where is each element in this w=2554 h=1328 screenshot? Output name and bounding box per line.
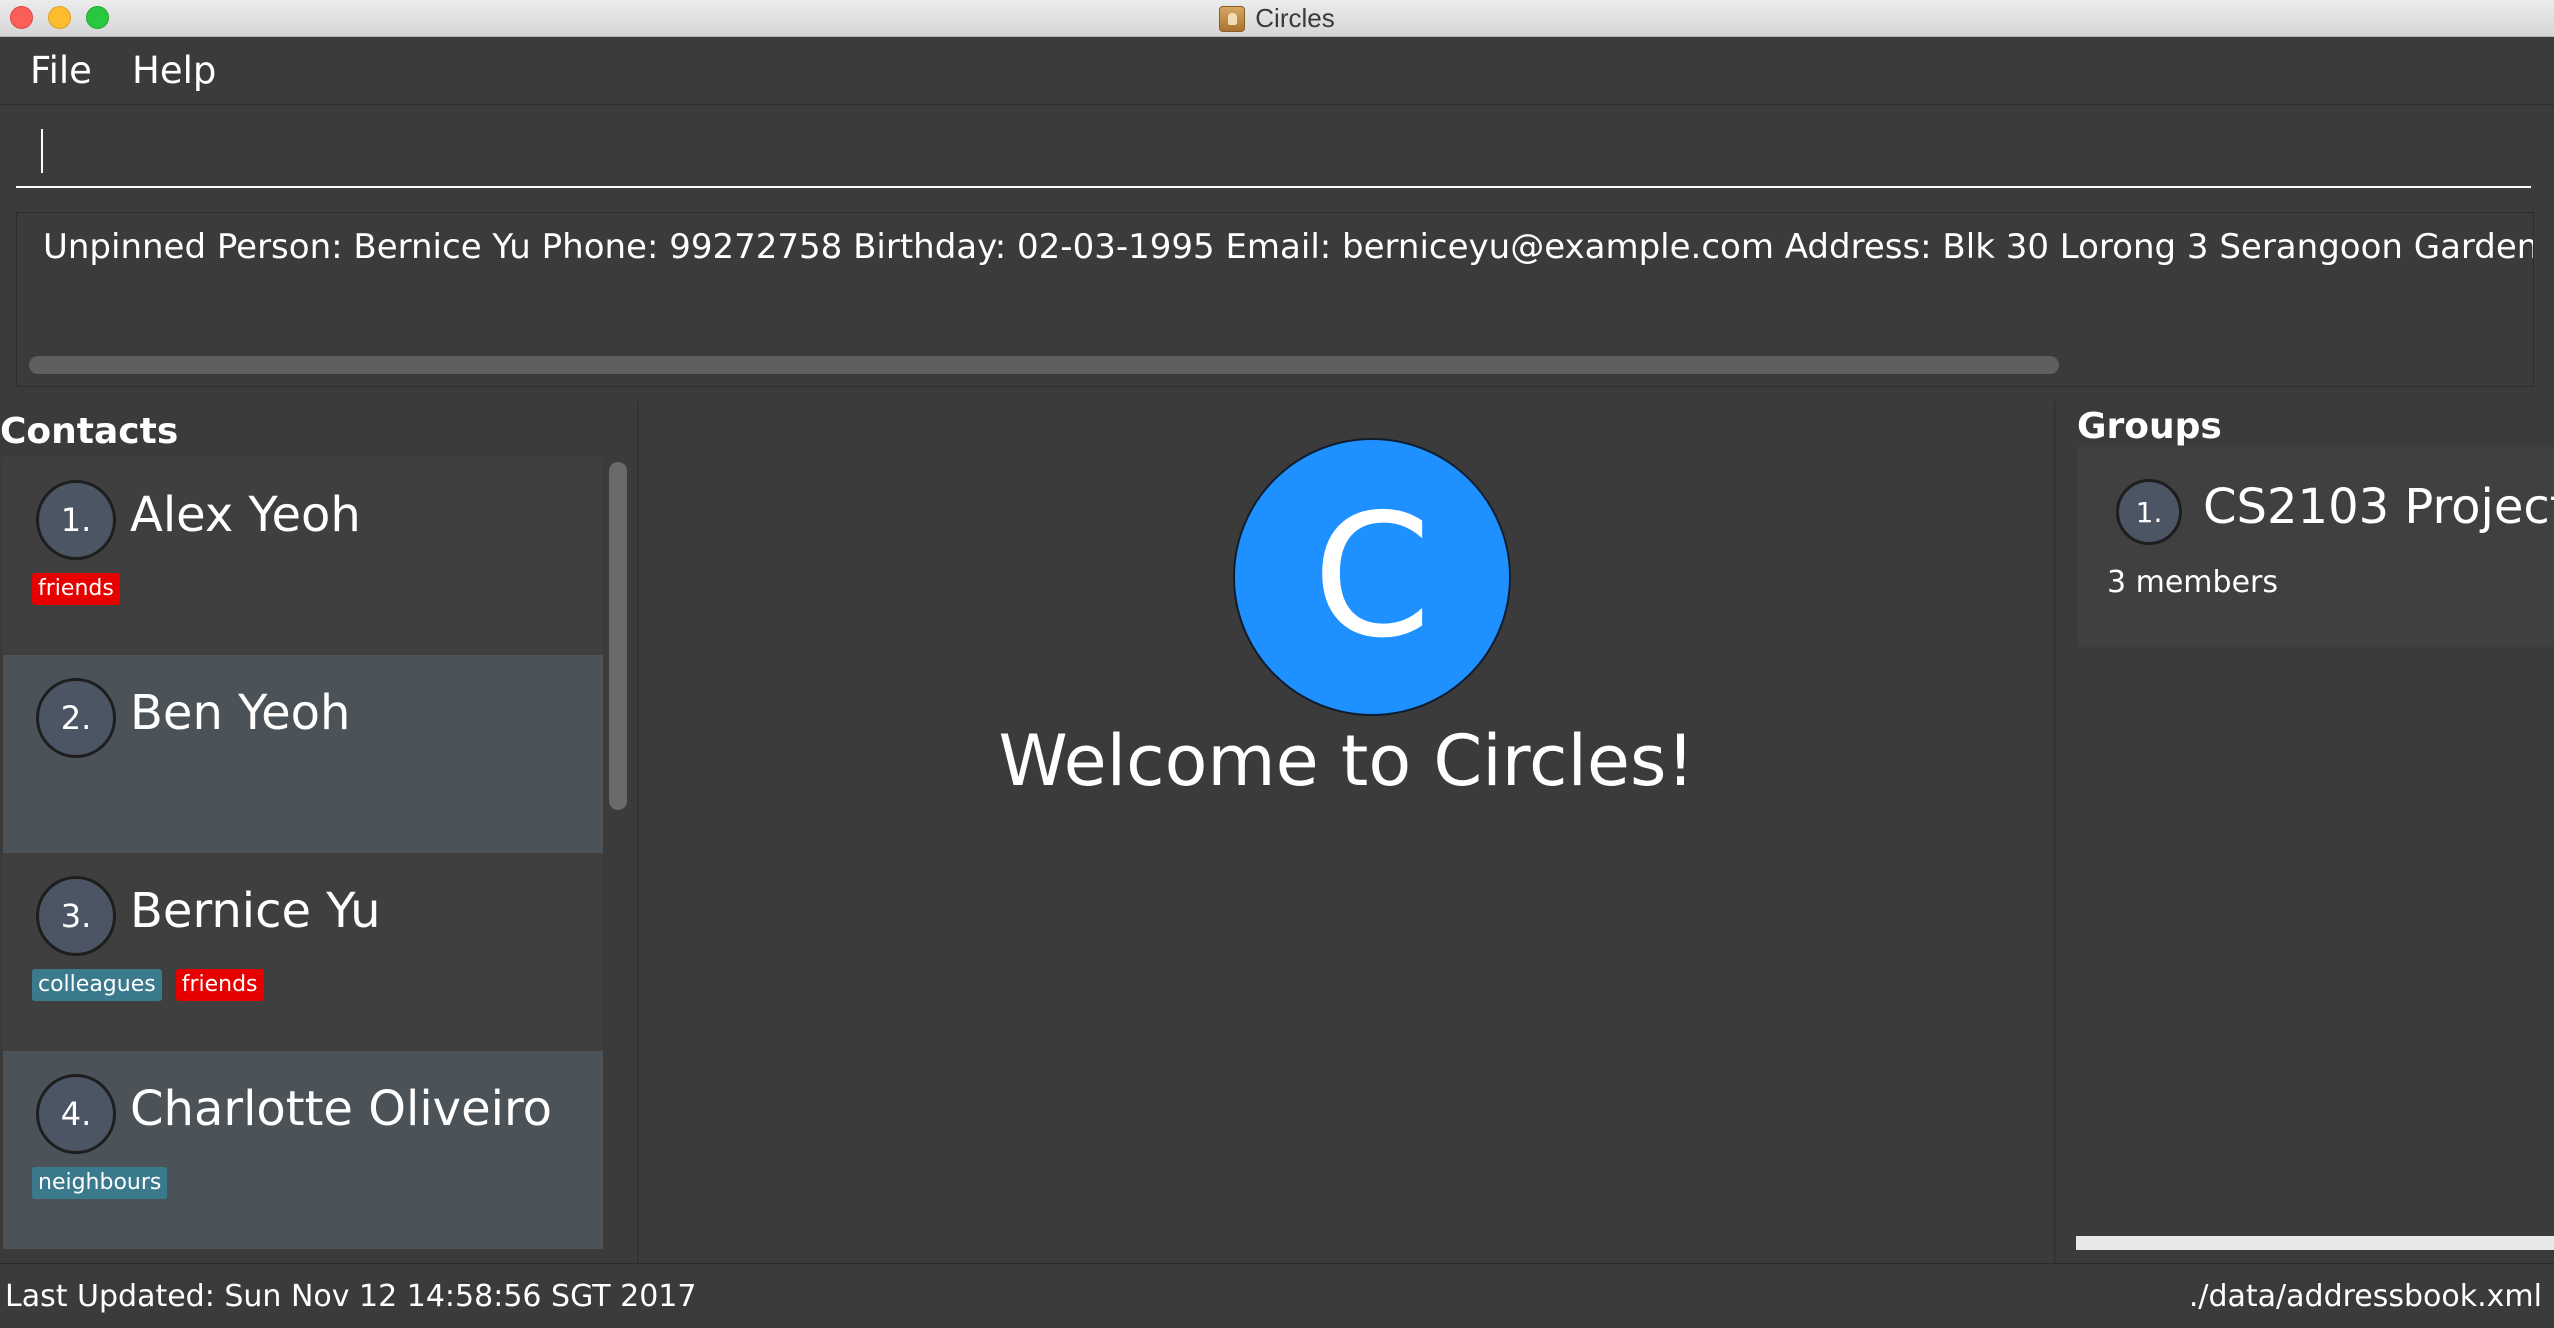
- group-index: 1.: [2116, 479, 2182, 545]
- window-title: Circles: [0, 0, 2554, 37]
- menu-file[interactable]: File: [30, 37, 92, 105]
- groups-heading: Groups: [2077, 406, 2222, 447]
- address-book-icon: [1219, 5, 1246, 32]
- contact-tags: friends: [32, 573, 120, 605]
- tag-badge: friends: [32, 573, 120, 605]
- contacts-panel: Contacts 1. Alex Yeoh friends 2. Ben Yeo…: [0, 401, 633, 1263]
- welcome-message: Welcome to Circles!: [998, 720, 1695, 802]
- result-text: Unpinned Person: Bernice Yu Phone: 99272…: [43, 227, 2534, 267]
- menu-help[interactable]: Help: [132, 37, 216, 105]
- contact-index: 4.: [36, 1074, 116, 1154]
- contact-tags: colleagues friends: [32, 969, 264, 1001]
- command-input[interactable]: [16, 110, 2531, 188]
- contact-name: Ben Yeoh: [130, 685, 351, 741]
- groups-horizontal-scrollbar[interactable]: [2076, 1236, 2554, 1250]
- contact-index: 1.: [36, 480, 116, 560]
- group-card[interactable]: 1. CS2103 Project 3 members: [2077, 447, 2554, 647]
- tag-badge: neighbours: [32, 1167, 168, 1199]
- window-title-text: Circles: [1255, 3, 1335, 33]
- group-member-count: 3 members: [2107, 565, 2278, 600]
- contact-name: Alex Yeoh: [130, 487, 361, 543]
- contact-name: Charlotte Oliveiro: [130, 1081, 552, 1137]
- contacts-heading: Contacts: [0, 411, 179, 452]
- contact-card[interactable]: 1. Alex Yeoh friends: [3, 457, 603, 655]
- contact-card[interactable]: 4. Charlotte Oliveiro neighbours: [3, 1051, 603, 1249]
- contact-card[interactable]: 2. Ben Yeoh: [3, 655, 603, 853]
- contact-index: 3.: [36, 876, 116, 956]
- contacts-scrollbar[interactable]: [609, 462, 627, 810]
- tag-badge: colleagues: [32, 969, 162, 1001]
- contact-card[interactable]: 3. Bernice Yu colleagues friends: [3, 853, 603, 1051]
- group-name: CS2103 Project: [2203, 479, 2554, 535]
- circles-logo: C: [1233, 438, 1511, 716]
- result-horizontal-scrollbar[interactable]: [29, 356, 2059, 374]
- contact-tags: neighbours: [32, 1167, 168, 1199]
- save-file-path: ./data/addressbook.xml: [2188, 1279, 2542, 1314]
- contact-index: 2.: [36, 678, 116, 758]
- contact-name: Bernice Yu: [130, 883, 381, 939]
- last-updated-status: Last Updated: Sun Nov 12 14:58:56 SGT 20…: [5, 1279, 697, 1314]
- text-caret: [41, 129, 43, 173]
- tag-badge: friends: [175, 969, 264, 1001]
- result-display: Unpinned Person: Bernice Yu Phone: 99272…: [16, 212, 2534, 387]
- menu-bar: [0, 37, 2554, 105]
